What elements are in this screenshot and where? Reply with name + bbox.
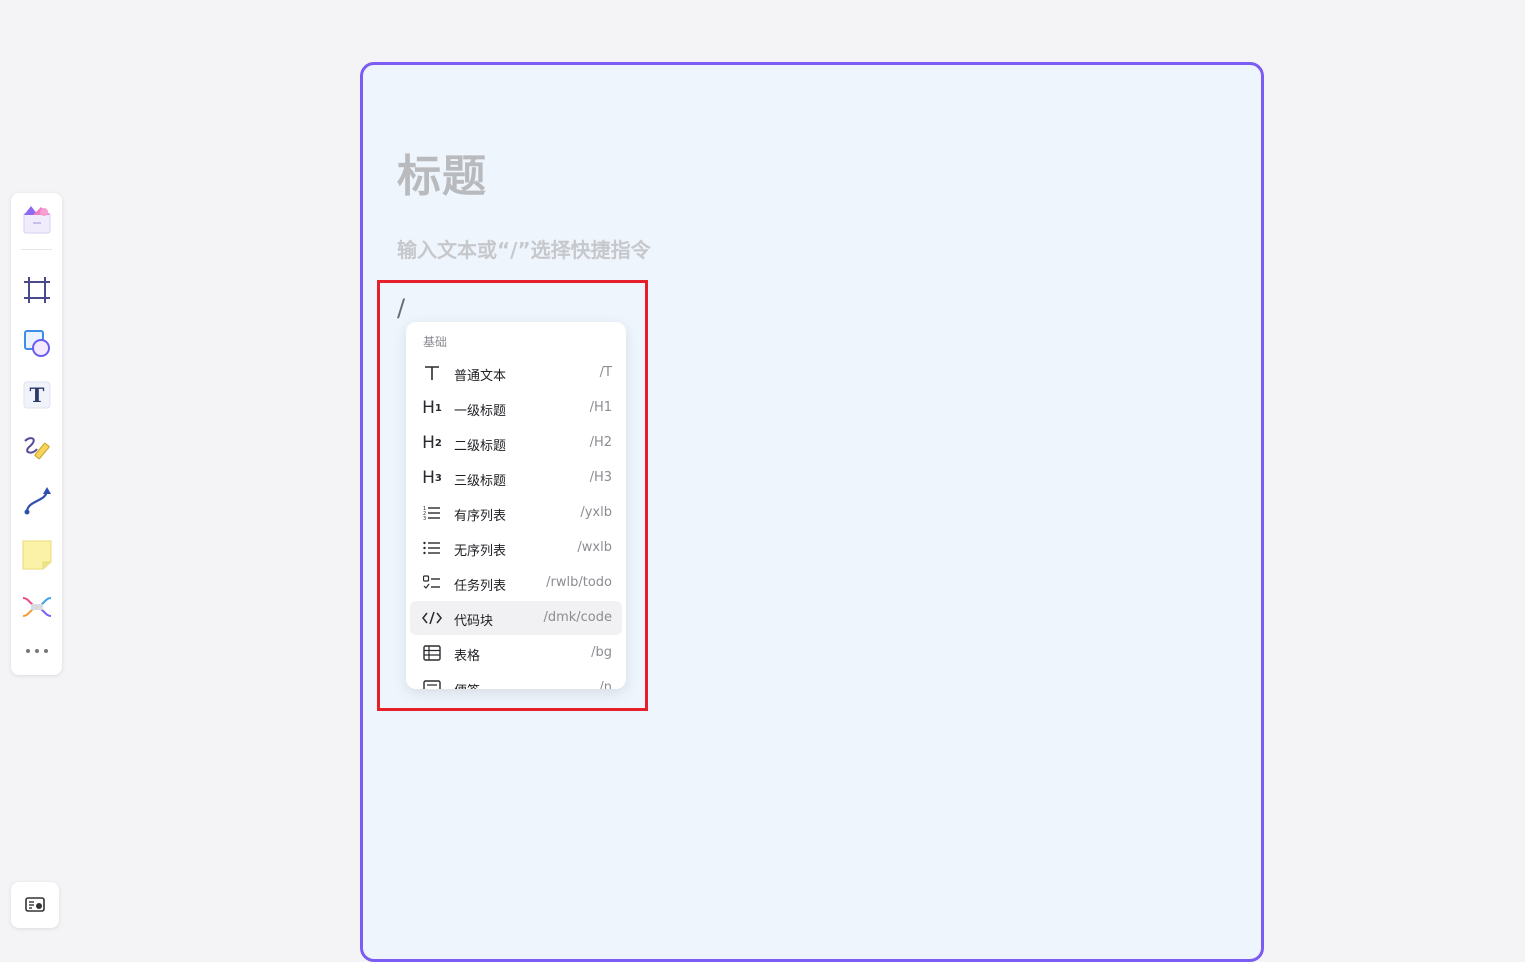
table-icon [422, 643, 442, 663]
menu-item-shortcut: /T [599, 365, 612, 380]
text-t-icon [422, 363, 442, 383]
menu-item-shortcut: /yxlb [580, 505, 612, 520]
shape-icon[interactable] [19, 325, 54, 360]
menu-item-label: 有序列表 [454, 509, 507, 524]
menu-item-label: 普通文本 [454, 369, 507, 384]
bullet-list-icon [422, 538, 442, 558]
ordered-list-icon: 1 2 3 [422, 503, 442, 523]
menu-item-label: 三级标题 [454, 474, 507, 489]
menu-item-ordered-list[interactable]: 1 2 3 有序列表 /yxlb [410, 496, 622, 530]
minimap-button[interactable] [11, 882, 59, 928]
menu-item-shortcut: /wxlb [577, 540, 612, 555]
menu-item-shortcut: /rwlb/todo [546, 575, 612, 590]
typed-slash-text[interactable]: / [397, 294, 405, 322]
menu-item-heading-3[interactable]: H3 三级标题 /H3 [410, 461, 622, 495]
mindmap-icon[interactable] [19, 589, 54, 624]
menu-item-shortcut: /n [599, 680, 612, 689]
code-block-icon [422, 608, 442, 628]
body-placeholder[interactable]: 输入文本或“/”选择快捷指令 [397, 234, 651, 263]
menu-item-label: 一级标题 [454, 404, 507, 419]
menu-item-shortcut: /H1 [589, 400, 612, 415]
menu-item-shortcut: /H2 [589, 435, 612, 450]
svg-text:3: 3 [423, 516, 426, 521]
menu-item-code-block[interactable]: 代码块 /dmk/code [410, 601, 622, 635]
menu-item-label: 便签 [454, 680, 480, 689]
toolbar-divider [21, 249, 52, 250]
sticky-note-icon[interactable] [19, 536, 54, 571]
heading-1-icon: H1 [422, 398, 442, 418]
svg-text:T: T [29, 383, 44, 407]
pen-icon[interactable] [19, 430, 54, 465]
menu-item-task-list[interactable]: 任务列表 /rwlb/todo [410, 566, 622, 600]
more-icon[interactable] [19, 633, 54, 668]
menu-item-label: 代码块 [454, 614, 494, 629]
menu-item-heading-2[interactable]: H2 二级标题 /H2 [410, 426, 622, 460]
menu-item-plain-text[interactable]: 普通文本 /T [410, 356, 622, 390]
task-list-icon [422, 573, 442, 593]
menu-item-label: 二级标题 [454, 439, 507, 454]
heading-3-icon: H3 [422, 468, 442, 488]
menu-item-label: 表格 [454, 649, 481, 664]
menu-item-shortcut: /dmk/code [543, 610, 612, 625]
menu-item-sticky-note[interactable]: 便签 /n [410, 671, 622, 689]
menu-item-bullet-list[interactable]: 无序列表 /wxlb [410, 531, 622, 565]
menu-item-label: 任务列表 [454, 579, 507, 594]
template-icon[interactable] [19, 201, 54, 236]
menu-item-shortcut: /H3 [589, 470, 612, 485]
text-tool-icon[interactable]: T [19, 377, 54, 412]
heading-2-icon: H2 [422, 433, 442, 453]
sticky-note-icon [422, 678, 442, 689]
menu-item-heading-1[interactable]: H1 一级标题 /H1 [410, 391, 622, 425]
frame-icon[interactable] [19, 272, 54, 307]
menu-item-table[interactable]: 表格 /bg [410, 636, 622, 670]
minimap-icon [25, 897, 45, 912]
menu-group-label: 基础 [423, 335, 448, 349]
connector-icon[interactable] [19, 483, 54, 518]
slash-command-menu: 基础 普通文本 /T H1 一级标题 /H1 H2 二级标题 /H2 H3 三级… [406, 322, 626, 689]
menu-item-shortcut: /bg [591, 645, 612, 660]
page-title[interactable]: 标题 [397, 140, 487, 204]
left-toolbar: T [11, 193, 62, 675]
menu-item-label: 无序列表 [454, 544, 507, 559]
